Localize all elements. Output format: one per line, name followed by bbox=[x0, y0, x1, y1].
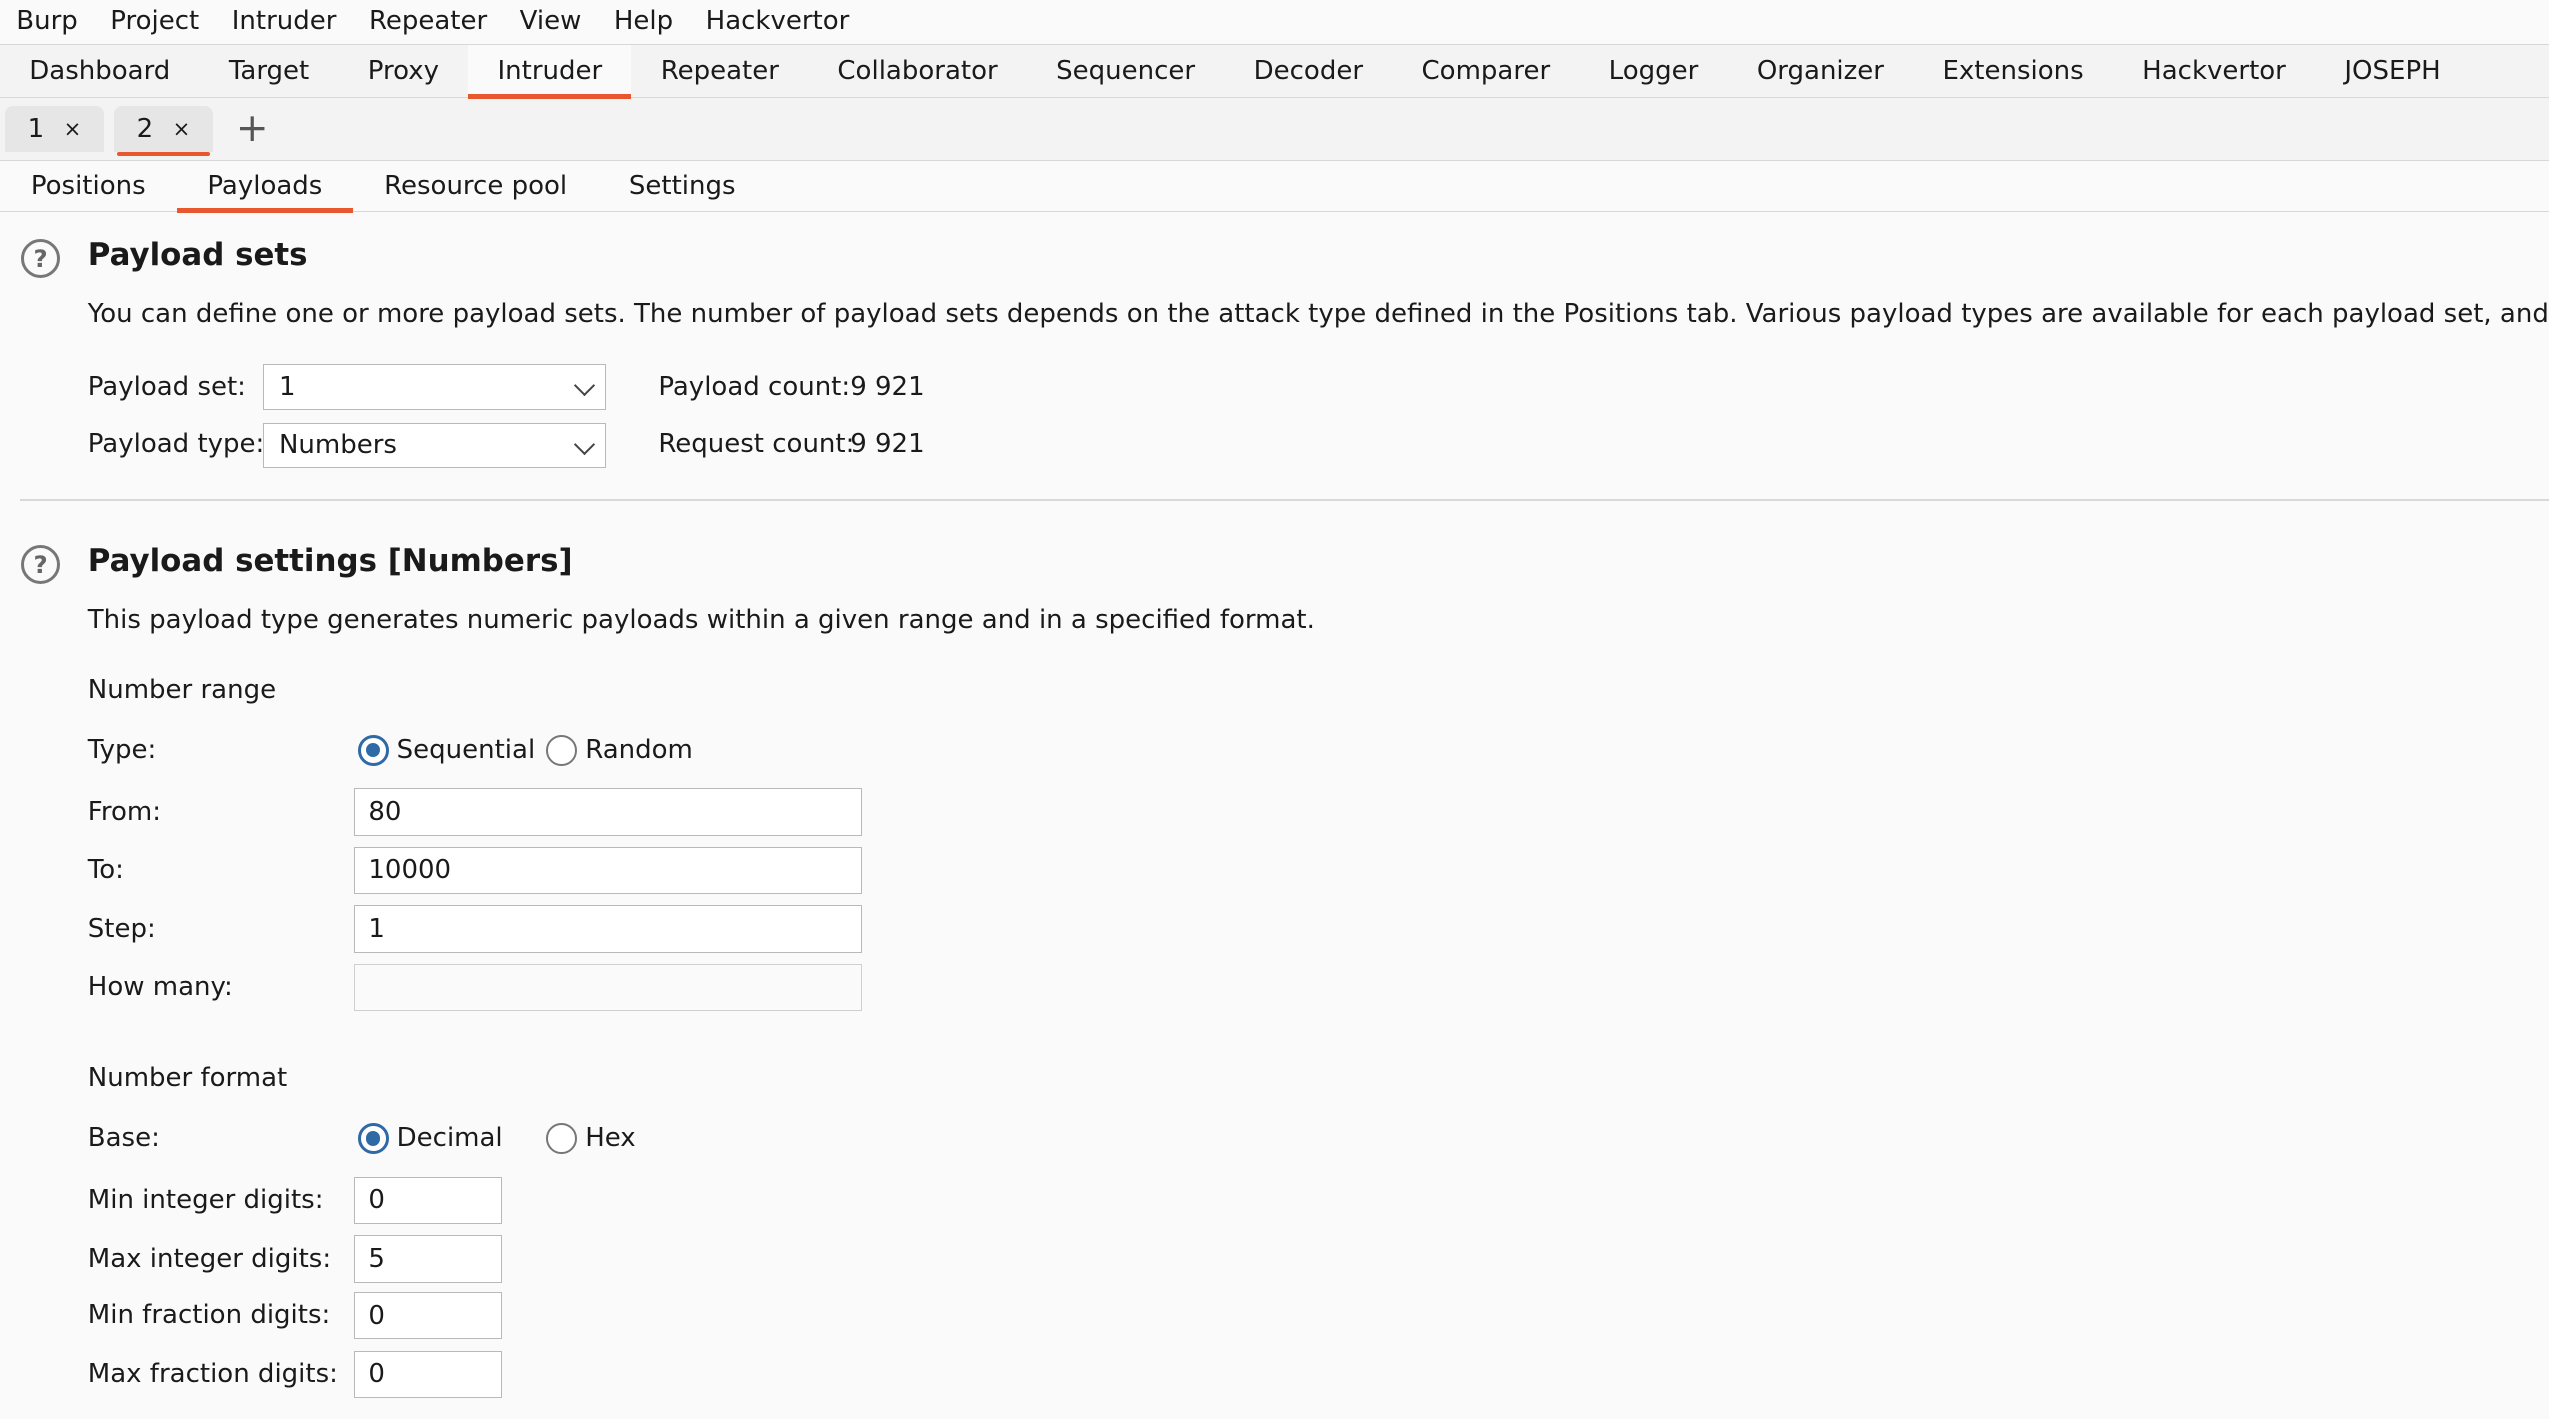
payload-set-select[interactable]: 1 bbox=[263, 364, 607, 410]
menu-view[interactable]: View bbox=[503, 0, 597, 44]
section-divider bbox=[19, 499, 2549, 501]
menu-repeater[interactable]: Repeater bbox=[353, 0, 504, 44]
close-icon[interactable]: × bbox=[64, 116, 82, 141]
attack-tab-label: 2 bbox=[136, 113, 154, 144]
max-integer-digits-label: Max integer digits: bbox=[87, 1243, 332, 1274]
menu-bar: Burp Project Intruder Repeater View Help… bbox=[0, 0, 2549, 44]
tab-decoder[interactable]: Decoder bbox=[1224, 45, 1392, 97]
menu-burp[interactable]: Burp bbox=[0, 0, 94, 44]
decimal-radio[interactable] bbox=[357, 1123, 389, 1155]
tab-sequencer[interactable]: Sequencer bbox=[1027, 45, 1224, 97]
tab-joseph[interactable]: JOSEPH bbox=[2315, 45, 2470, 97]
tab-hackvertor[interactable]: Hackvertor bbox=[2113, 45, 2315, 97]
type-label: Type: bbox=[87, 734, 157, 765]
tab-comparer[interactable]: Comparer bbox=[1392, 45, 1579, 97]
payload-set-value: 1 bbox=[278, 371, 296, 402]
payload-settings-title: Payload settings [Numbers] bbox=[87, 542, 573, 579]
menu-hackvertor[interactable]: Hackvertor bbox=[689, 0, 865, 44]
help-icon[interactable]: ? bbox=[21, 544, 61, 584]
close-icon[interactable]: × bbox=[173, 116, 191, 141]
tab-dashboard[interactable]: Dashboard bbox=[0, 45, 200, 97]
tab-settings[interactable]: Settings bbox=[598, 161, 766, 211]
max-fraction-digits-label: Max fraction digits: bbox=[87, 1359, 338, 1389]
tab-repeater[interactable]: Repeater bbox=[631, 45, 808, 97]
menu-project[interactable]: Project bbox=[94, 0, 215, 44]
request-count-label: Request count: bbox=[658, 429, 855, 460]
max-fraction-digits-input[interactable]: 0 bbox=[354, 1350, 503, 1398]
burp-window: Burp Project Intruder Repeater View Help… bbox=[0, 0, 2549, 1419]
random-label[interactable]: Random bbox=[585, 735, 693, 765]
attack-tab-label: 1 bbox=[27, 113, 45, 144]
payload-type-value: Numbers bbox=[278, 430, 397, 461]
payloads-panel: ? Payload sets You can define one or mor… bbox=[0, 215, 2549, 1419]
from-input[interactable]: 80 bbox=[354, 788, 862, 836]
payload-sets-title: Payload sets bbox=[87, 237, 308, 274]
add-tab-icon[interactable]: + bbox=[236, 106, 269, 152]
step-label: Step: bbox=[87, 913, 156, 944]
how-many-label: How many: bbox=[87, 972, 233, 1003]
min-integer-digits-label: Min integer digits: bbox=[87, 1185, 324, 1216]
tab-target[interactable]: Target bbox=[200, 45, 339, 97]
how-many-input[interactable] bbox=[354, 963, 862, 1012]
sequential-label[interactable]: Sequential bbox=[397, 735, 536, 765]
to-label: To: bbox=[87, 855, 124, 886]
menu-help[interactable]: Help bbox=[598, 0, 690, 44]
number-range-heading: Number range bbox=[87, 674, 277, 705]
decimal-label[interactable]: Decimal bbox=[397, 1123, 503, 1153]
tab-collaborator[interactable]: Collaborator bbox=[808, 45, 1027, 97]
random-radio[interactable] bbox=[546, 734, 578, 766]
sequential-radio[interactable] bbox=[357, 734, 389, 766]
min-integer-digits-input[interactable]: 0 bbox=[354, 1176, 503, 1225]
intruder-subtabs: Positions Payloads Resource pool Setting… bbox=[0, 161, 2549, 213]
payload-type-label: Payload type: bbox=[87, 429, 265, 460]
max-integer-digits-input[interactable]: 5 bbox=[354, 1235, 503, 1283]
tab-logger[interactable]: Logger bbox=[1579, 45, 1727, 97]
payload-type-select[interactable]: Numbers bbox=[263, 422, 607, 469]
tab-organizer[interactable]: Organizer bbox=[1728, 45, 1914, 97]
tab-payloads[interactable]: Payloads bbox=[176, 161, 354, 213]
min-fraction-digits-input[interactable]: 0 bbox=[354, 1292, 503, 1340]
request-count-value: 9 921 bbox=[850, 429, 925, 460]
base-label: Base: bbox=[87, 1123, 160, 1154]
tab-positions[interactable]: Positions bbox=[0, 161, 177, 211]
from-label: From: bbox=[87, 796, 161, 827]
tab-intruder[interactable]: Intruder bbox=[468, 44, 633, 99]
payload-count-value: 9 921 bbox=[850, 372, 925, 403]
number-format-heading: Number format bbox=[87, 1063, 288, 1094]
payload-count-label: Payload count: bbox=[658, 372, 851, 403]
payload-settings-description: This payload type generates numeric payl… bbox=[87, 604, 1315, 635]
menu-intruder[interactable]: Intruder bbox=[215, 0, 352, 44]
attack-tab-2[interactable]: 2 × bbox=[113, 106, 214, 157]
min-fraction-digits-label: Min fraction digits: bbox=[87, 1300, 331, 1331]
tab-resource-pool[interactable]: Resource pool bbox=[353, 161, 598, 211]
hex-radio[interactable] bbox=[546, 1123, 578, 1155]
chevron-down-icon bbox=[574, 433, 596, 455]
tab-proxy[interactable]: Proxy bbox=[339, 45, 469, 97]
help-icon[interactable]: ? bbox=[21, 238, 61, 278]
attack-tabs: 1 × 2 × + bbox=[0, 97, 2549, 161]
chevron-down-icon bbox=[574, 375, 596, 397]
attack-tab-1[interactable]: 1 × bbox=[4, 106, 105, 152]
hex-label[interactable]: Hex bbox=[585, 1123, 635, 1153]
payload-set-label: Payload set: bbox=[87, 372, 246, 403]
to-input[interactable]: 10000 bbox=[354, 846, 862, 895]
step-input[interactable]: 1 bbox=[354, 905, 862, 953]
tool-tabs: Dashboard Target Proxy Intruder Repeater… bbox=[0, 43, 2549, 99]
tab-extensions[interactable]: Extensions bbox=[1913, 45, 2113, 97]
payload-sets-description: You can define one or more payload sets.… bbox=[87, 299, 2549, 330]
